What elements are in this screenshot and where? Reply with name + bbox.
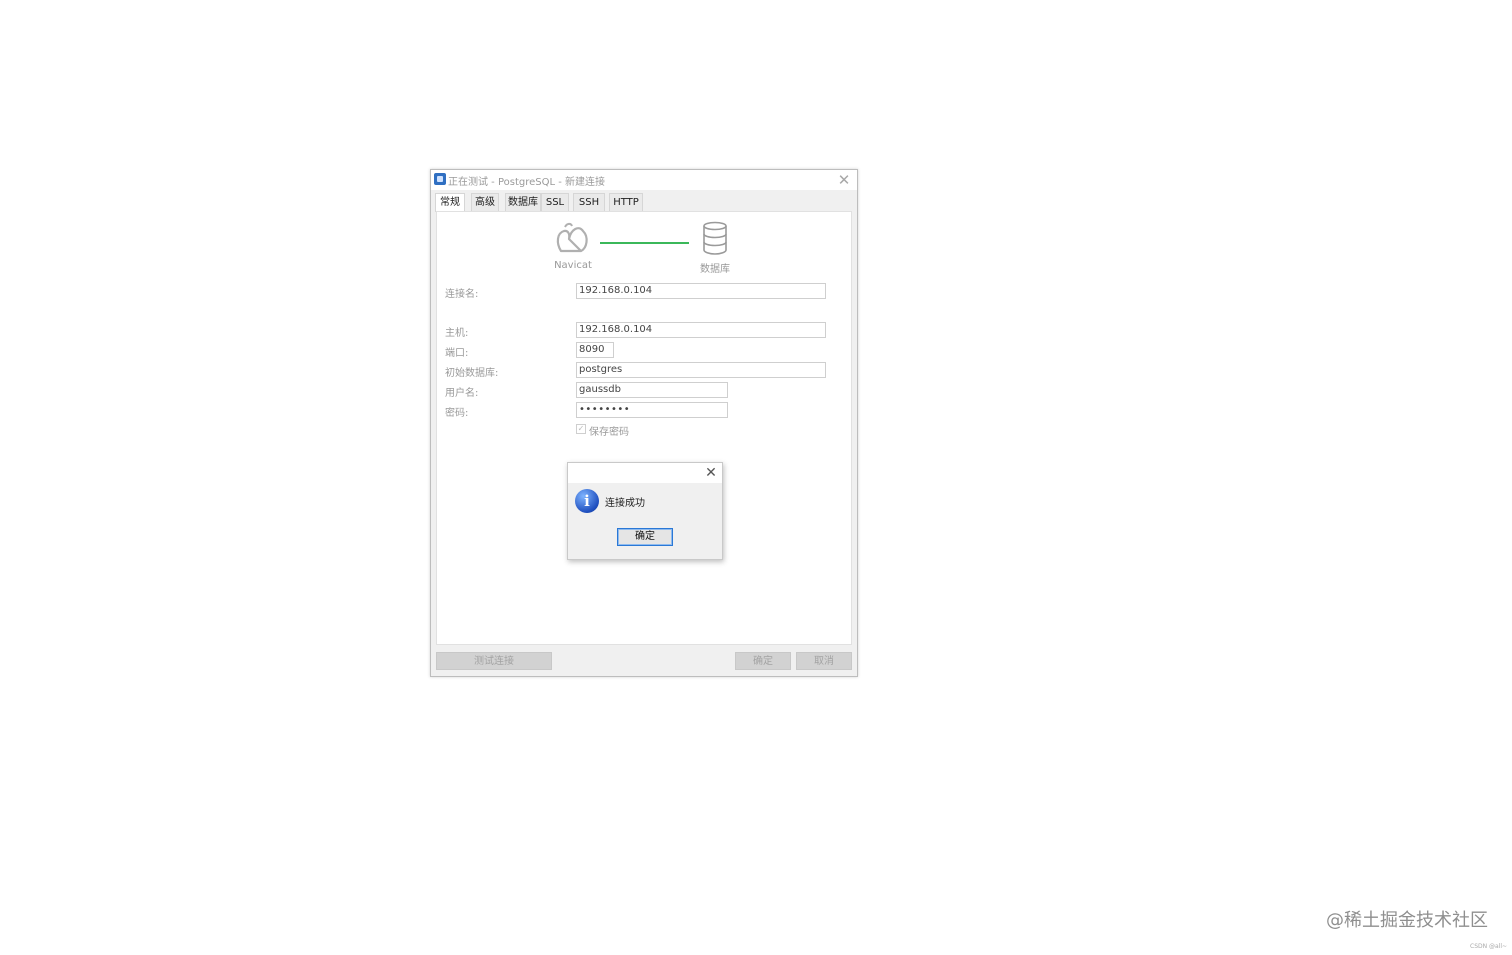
tab-databases[interactable]: 数据库 — [505, 193, 541, 211]
connection-success-dialog: ✕ i 连接成功 确定 — [567, 462, 723, 560]
host-input[interactable]: 192.168.0.104 — [576, 322, 826, 338]
title-bar: 正在测试 - PostgreSQL - 新建连接 ✕ — [431, 170, 857, 190]
tab-general[interactable]: 常规 — [435, 193, 465, 212]
message-text: 连接成功 — [605, 498, 645, 509]
save-password-label: 保存密码 — [589, 427, 629, 438]
port-input[interactable]: 8090 — [576, 342, 614, 358]
navicat-label: Navicat — [554, 260, 592, 271]
port-label: 端口: — [445, 348, 469, 359]
navicat-logo-icon — [556, 222, 588, 253]
close-icon[interactable]: ✕ — [702, 464, 720, 482]
watermark-text: @稀土掘金技术社区 — [1326, 910, 1488, 931]
host-label: 主机: — [445, 328, 469, 339]
tab-advanced[interactable]: 高级 — [471, 193, 499, 211]
test-connection-button[interactable]: 测试连接 — [436, 652, 552, 670]
save-password-checkbox[interactable]: ✓ — [576, 424, 586, 434]
password-input[interactable]: •••••••• — [576, 402, 728, 418]
initial-database-label: 初始数据库: — [445, 368, 499, 379]
database-icon — [703, 221, 727, 255]
watermark-small-text: CSDN @all~ — [1470, 943, 1508, 950]
connection-name-input[interactable]: 192.168.0.104 — [576, 283, 826, 299]
username-label: 用户名: — [445, 388, 479, 399]
password-label: 密码: — [445, 408, 469, 419]
navicat-app-icon — [434, 173, 446, 185]
initial-database-input[interactable]: postgres — [576, 362, 826, 378]
connection-name-label: 连接名: — [445, 289, 479, 300]
close-icon[interactable]: ✕ — [835, 171, 853, 189]
window-title: 正在测试 - PostgreSQL - 新建连接 — [448, 177, 606, 188]
tab-http[interactable]: HTTP — [609, 193, 643, 211]
info-icon: i — [575, 489, 599, 513]
connection-link-line — [600, 242, 689, 244]
new-connection-dialog: 正在测试 - PostgreSQL - 新建连接 ✕ 常规 高级 数据库 SSL… — [430, 169, 858, 677]
message-ok-button[interactable]: 确定 — [617, 528, 673, 546]
tab-ssh[interactable]: SSH — [573, 193, 605, 211]
ok-button[interactable]: 确定 — [735, 652, 791, 670]
database-label: 数据库 — [700, 264, 730, 275]
general-panel: Navicat 数据库 连接名: 192.168.0.104 主机: 192.1… — [436, 211, 852, 645]
cancel-button[interactable]: 取消 — [796, 652, 852, 670]
message-title-bar: ✕ — [568, 463, 722, 483]
username-input[interactable]: gaussdb — [576, 382, 728, 398]
tab-ssl[interactable]: SSL — [541, 193, 569, 211]
